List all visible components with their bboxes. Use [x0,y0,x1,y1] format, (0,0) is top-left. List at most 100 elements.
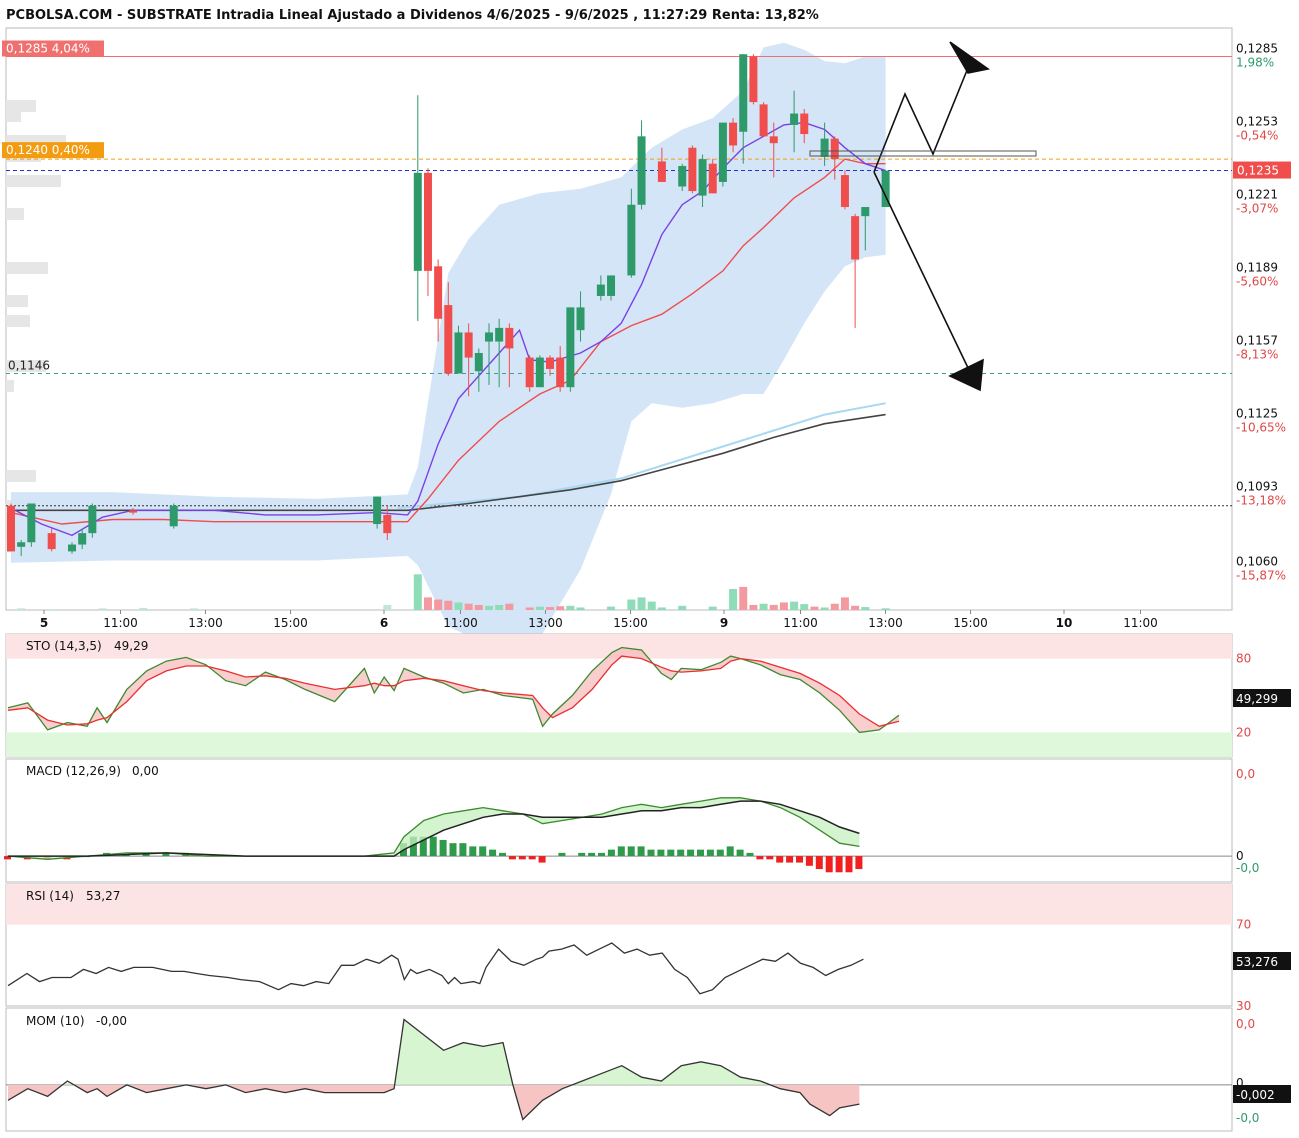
rsi-level-label: 30 [1236,999,1251,1013]
sto-level-label: 80 [1236,652,1251,666]
macd-hist-bar [657,849,665,857]
volume-bar [566,605,575,610]
candle-body [790,113,799,125]
candle-body [769,136,778,144]
candle-body [678,165,687,187]
candle-body [47,533,56,550]
candle-body [27,503,36,543]
price-tick-label: 0,1189 [1236,260,1278,274]
volume-bar [505,603,514,610]
price-tick-label: 0,1093 [1236,479,1278,493]
rsi-panel: RSI (14) 53,27 70 30 53,276 [5,883,1291,1013]
candle-body [535,357,544,388]
candle-body [546,357,555,369]
sto-level-label: 20 [1236,725,1251,739]
mom-top-label: 0,0 [1236,1017,1255,1031]
mom-label: MOM (10) [26,1014,85,1028]
macd-hist-bar [756,856,764,860]
price-tick-label: 0,1253 [1236,114,1278,128]
volume-profile-bar [6,295,28,307]
volume-bar [576,607,585,610]
candle-body [840,175,849,208]
resistance-label: 0,1285 4,04% [6,42,90,56]
mom-current-label: -0,002 [1236,1088,1275,1102]
volume-profile-bar [6,175,61,187]
volume-profile-bar [6,470,36,482]
candle-body [759,104,768,137]
volume-bar [840,597,849,610]
macd-hist-bar [815,856,823,870]
macd-hist-bar [558,852,566,857]
candle-body [566,307,575,388]
price-tick-pct: -5,60% [1236,274,1278,288]
macd-hist-bar [429,836,437,857]
mom-bottom-label: -0,0 [1236,1111,1259,1125]
rsi-current-label: 53,276 [1236,955,1278,969]
candle-body [454,332,463,374]
macd-hist-bar [835,856,843,873]
candle-body [484,332,493,342]
candle-body [78,533,87,545]
candle-body [698,159,707,196]
macd-hist-bar [736,849,744,857]
macd-hist-bar [796,856,803,863]
macd-hist-bar [518,856,526,860]
macd-hist-bar [776,856,784,863]
volume-bar [851,605,860,610]
candle-body [373,496,382,525]
macd-hist-bar [617,846,625,857]
volume-bar [800,604,809,610]
macd-hist-bar [766,856,774,860]
price-tick-pct: -3,07% [1236,201,1278,215]
volume-bar [708,606,717,610]
volume-bar [678,605,687,610]
macd-hist-bar [726,846,734,857]
volume-bar [830,603,839,610]
volume-bar [729,589,738,610]
candle-body [739,54,748,132]
macd-top-label: 0,0 [1236,767,1255,781]
volume-bar [657,607,666,610]
candle-body [434,266,443,319]
volume-bar [769,604,778,610]
macd-hist-bar [508,856,516,860]
candle-body [718,122,727,182]
macd-hist-bar [449,843,457,857]
volume-bar [98,608,107,610]
momentum-panel: MOM (10) -0,00 0,00-0,002-0,0 [5,1007,1291,1132]
volume-bar [820,607,829,610]
volume-bar [647,601,656,610]
candle-body [68,544,77,552]
time-tick-label: 9 [720,616,728,630]
volume-bar [525,607,534,610]
volume-bar [47,609,56,610]
macd-hist-bar [786,856,794,863]
macd-hist-bar [716,849,724,857]
volume-bar [881,608,890,610]
macd-hist-bar [647,849,655,857]
macd-hist-bar [627,846,635,857]
volume-bar [556,606,565,610]
time-tick-label: 15:00 [953,616,988,630]
sto-value: 49,29 [114,639,148,653]
candle-body [129,510,138,513]
time-tick-label: 13:00 [868,616,903,630]
price-tick-label: 0,1125 [1236,406,1278,420]
time-tick-label: 13:00 [188,616,223,630]
macd-hist-bar [528,856,536,860]
macd-hist-bar [439,839,447,857]
volume-bar [413,574,422,610]
time-tick-label: 15:00 [273,616,308,630]
price-tick-pct: -8,13% [1236,347,1278,361]
volume-bar [454,602,463,610]
sto-current-label: 49,299 [1236,692,1278,706]
mom-value: -0,00 [96,1014,127,1028]
candle-body [495,327,504,342]
macd-hist-bar [538,856,546,863]
macd-hist-bar [469,846,477,857]
candle-body [749,56,758,103]
volume-bar [190,608,199,610]
candle-body [688,147,697,192]
candle-body [657,161,666,182]
rsi-label: RSI (14) [26,889,74,903]
